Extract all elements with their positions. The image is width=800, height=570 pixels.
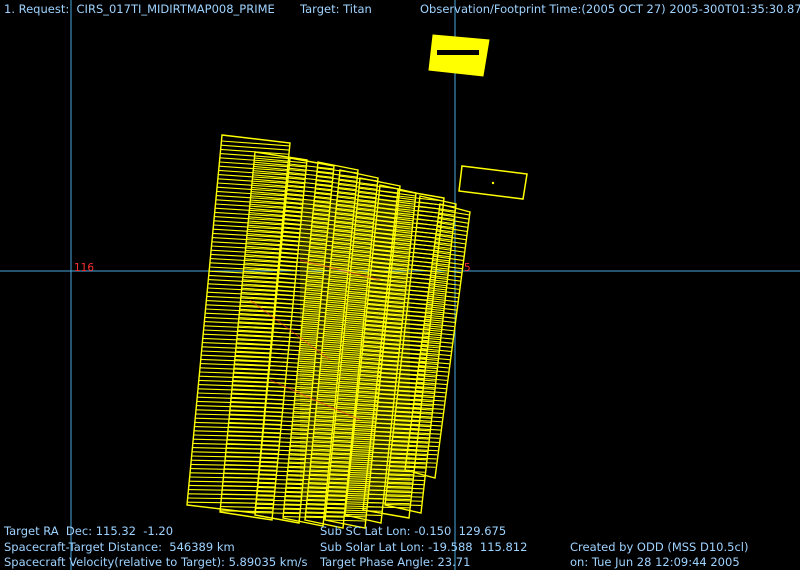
footprint-plot: [0, 0, 800, 570]
footprint-top-isolated: [428, 34, 490, 77]
sub-sc-lat-lon: Sub SC Lat Lon: -0.150 129.675: [320, 524, 507, 538]
target-label: Target: Titan: [300, 2, 372, 16]
sub-solar-lat-lon: Sub Solar Lat Lon: -19.588 115.812: [320, 540, 528, 554]
spacecraft-target-distance: Spacecraft-Target Distance: 546389 km: [4, 540, 235, 554]
tick-label-right: 5: [464, 262, 471, 274]
request-label: 1. Request: CIRS_017TI_MIDIRTMAP008_PRIM…: [4, 2, 275, 16]
spacecraft-velocity: Spacecraft Velocity(relative to Target):…: [4, 555, 308, 569]
target-phase-angle: Target Phase Angle: 23.71: [320, 555, 471, 569]
tick-label-left: 116: [74, 262, 95, 274]
created-by: Created by ODD (MSS D10.5cl): [570, 540, 749, 554]
target-ra-dec: Target RA Dec: 115.32 -1.20: [4, 524, 174, 538]
observation-time-label: Observation/Footprint Time:(2005 OCT 27)…: [420, 2, 800, 16]
created-on: on: Tue Jun 28 12:09:44 2005: [570, 555, 740, 569]
